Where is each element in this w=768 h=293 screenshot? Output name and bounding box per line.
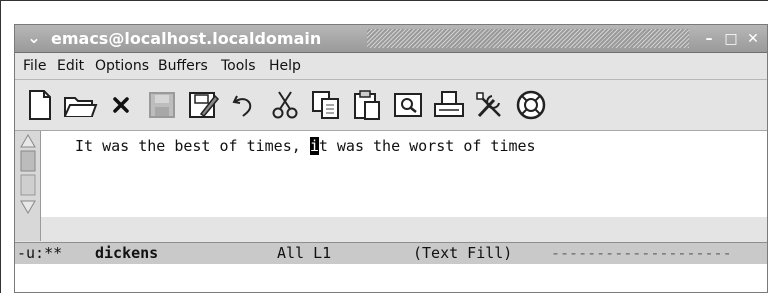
- buffer-text-before-cursor: It was the best of times,: [75, 137, 310, 155]
- modeline-mode[interactable]: (Text Fill): [413, 244, 512, 262]
- search-icon[interactable]: [390, 88, 426, 122]
- customize-icon[interactable]: [472, 88, 508, 122]
- toolbar: [15, 80, 767, 131]
- menu-buffers[interactable]: Buffers: [158, 58, 208, 75]
- vertical-scrollbar[interactable]: [15, 131, 41, 241]
- menu-tools[interactable]: Tools: [221, 58, 256, 75]
- emacs-window: ⌄ emacs@localhost.localdomain – □ ✕ File…: [14, 24, 768, 293]
- modeline-status: -u:**: [17, 244, 63, 262]
- close-buffer-icon[interactable]: [103, 88, 139, 122]
- buffer-line: It was the best of times, it was the wor…: [75, 137, 536, 155]
- menu-edit[interactable]: Edit: [57, 58, 84, 75]
- maximize-button[interactable]: □: [721, 30, 741, 48]
- modeline-fill: --------------------: [551, 244, 732, 262]
- text-cursor: i: [309, 137, 319, 155]
- open-folder-icon[interactable]: [62, 88, 98, 122]
- window-title: emacs@localhost.localdomain: [51, 29, 322, 48]
- close-button[interactable]: ✕: [743, 30, 763, 48]
- minimize-button[interactable]: –: [699, 30, 719, 48]
- page-edge: [0, 0, 768, 1]
- minibuffer[interactable]: [15, 264, 767, 292]
- modeline-position: All L1: [277, 244, 332, 262]
- menu-help[interactable]: Help: [269, 58, 301, 75]
- title-bar-hatch: [367, 29, 689, 48]
- new-file-icon[interactable]: [21, 88, 57, 122]
- mode-line: -u:** dickens All L1 (Text Fill) -------…: [15, 242, 767, 265]
- buffer-text-after-cursor: t was the worst of times: [318, 137, 536, 155]
- scrollbar-arrows-icon: [20, 134, 36, 214]
- menu-file[interactable]: File: [23, 58, 46, 75]
- window-menu-chevron-icon[interactable]: ⌄: [23, 28, 45, 48]
- undo-icon[interactable]: [226, 88, 262, 122]
- menu-options[interactable]: Options: [95, 58, 149, 75]
- title-bar[interactable]: ⌄ emacs@localhost.localdomain – □ ✕: [15, 25, 767, 53]
- page-edge: [0, 0, 1, 293]
- save-as-icon[interactable]: [185, 88, 221, 122]
- cut-icon[interactable]: [267, 88, 303, 122]
- help-icon[interactable]: [513, 88, 549, 122]
- print-icon[interactable]: [431, 88, 467, 122]
- save-icon[interactable]: [144, 88, 180, 122]
- paste-icon[interactable]: [349, 88, 385, 122]
- copy-icon[interactable]: [308, 88, 344, 122]
- menu-bar: File Edit Options Buffers Tools Help: [15, 53, 767, 80]
- modeline-buffer-name[interactable]: dickens: [95, 244, 158, 262]
